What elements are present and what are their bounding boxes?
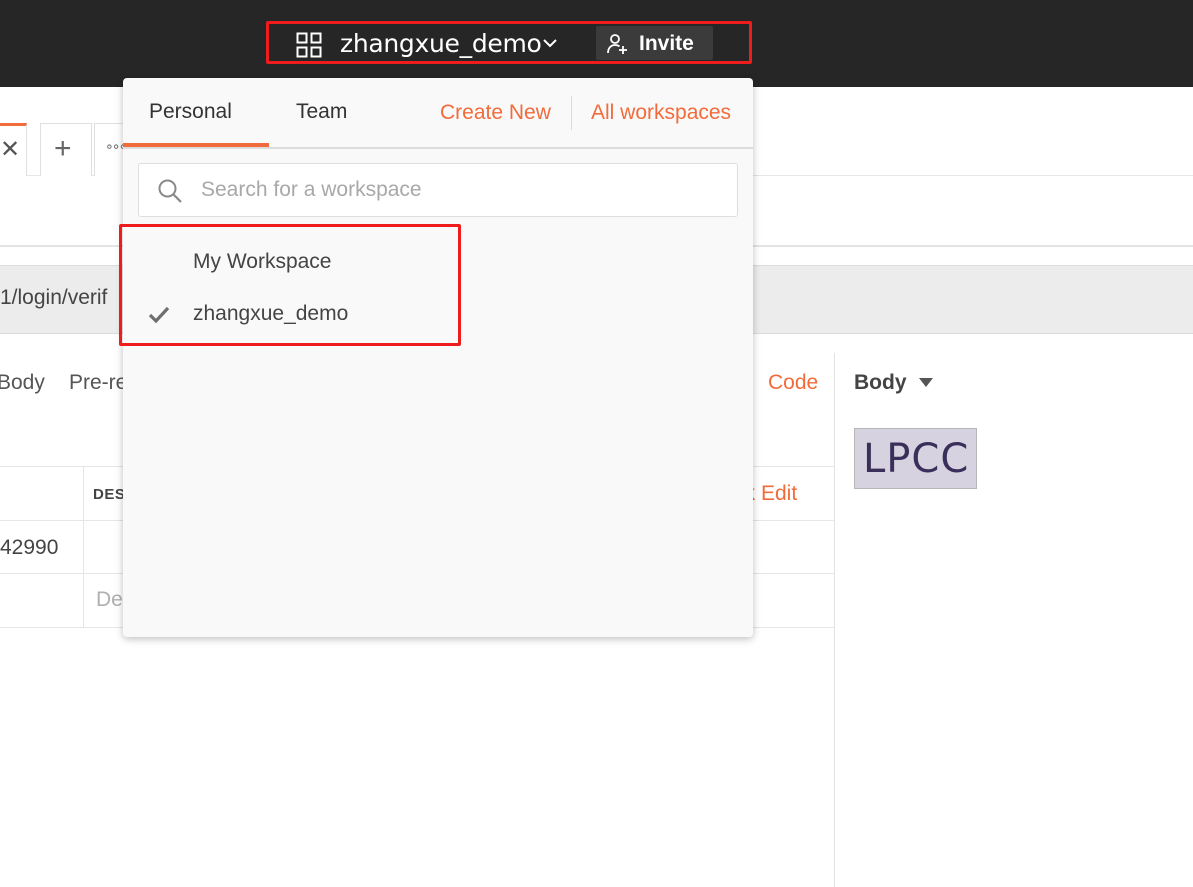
workspace-item-my-workspace[interactable]: My Workspace	[122, 239, 458, 287]
workspace-search-input[interactable]	[201, 174, 721, 206]
workspace-item-label: zhangxue_demo	[193, 302, 349, 325]
tab-team[interactable]: Team	[296, 100, 347, 124]
add-user-icon	[607, 34, 627, 54]
workspace-item-label: My Workspace	[193, 250, 332, 273]
plus-icon: +	[54, 132, 72, 165]
current-workspace-name[interactable]: zhangxue_demo	[340, 28, 542, 60]
captcha-text: LPCC	[863, 436, 970, 482]
workspace-item-zhangxue-demo[interactable]: zhangxue_demo	[122, 291, 458, 339]
tab-personal[interactable]: Personal	[149, 100, 232, 124]
tab-body[interactable]: Body	[0, 371, 45, 395]
top-header-bar: zhangxue_demo Invite	[0, 0, 1193, 87]
add-tab-button[interactable]: +	[40, 123, 92, 176]
close-icon[interactable]: ✕	[0, 138, 20, 162]
description-placeholder[interactable]: De	[96, 588, 123, 612]
column-divider	[83, 466, 84, 628]
workspace-list: My Workspace zhangxue_demo	[119, 224, 461, 346]
workspace-switcher[interactable]: zhangxue_demo Invite	[266, 21, 752, 64]
workspace-grid-icon	[296, 32, 322, 58]
more-tabs-button[interactable]: ∘∘∘	[94, 123, 127, 176]
invite-button[interactable]: Invite	[596, 26, 713, 60]
caret-down-icon[interactable]	[919, 378, 933, 387]
request-tab[interactable]: ✕	[0, 123, 27, 176]
create-new-link[interactable]: Create New	[440, 101, 551, 125]
workspace-dropdown: Personal Team Create New All workspaces …	[119, 78, 753, 637]
active-tab-indicator	[123, 143, 269, 147]
link-separator	[571, 96, 572, 130]
check-icon	[148, 306, 170, 324]
workspace-search-box[interactable]	[138, 163, 738, 217]
dropdown-tab-bar: Personal Team Create New All workspaces	[123, 78, 753, 149]
response-body-tab[interactable]: Body	[854, 371, 907, 395]
all-workspaces-link[interactable]: All workspaces	[591, 101, 731, 125]
value-cell[interactable]: 42990	[0, 536, 58, 560]
search-icon	[158, 179, 182, 203]
description-header: DES	[93, 486, 126, 503]
captcha-image: LPCC	[854, 428, 977, 489]
url-text[interactable]: 1/login/verif	[0, 286, 107, 310]
tab-pre-request[interactable]: Pre-re	[69, 371, 127, 395]
chevron-down-icon[interactable]	[542, 37, 558, 49]
pane-divider[interactable]	[834, 353, 835, 887]
code-link[interactable]: Code	[768, 371, 818, 395]
invite-label: Invite	[639, 32, 694, 55]
